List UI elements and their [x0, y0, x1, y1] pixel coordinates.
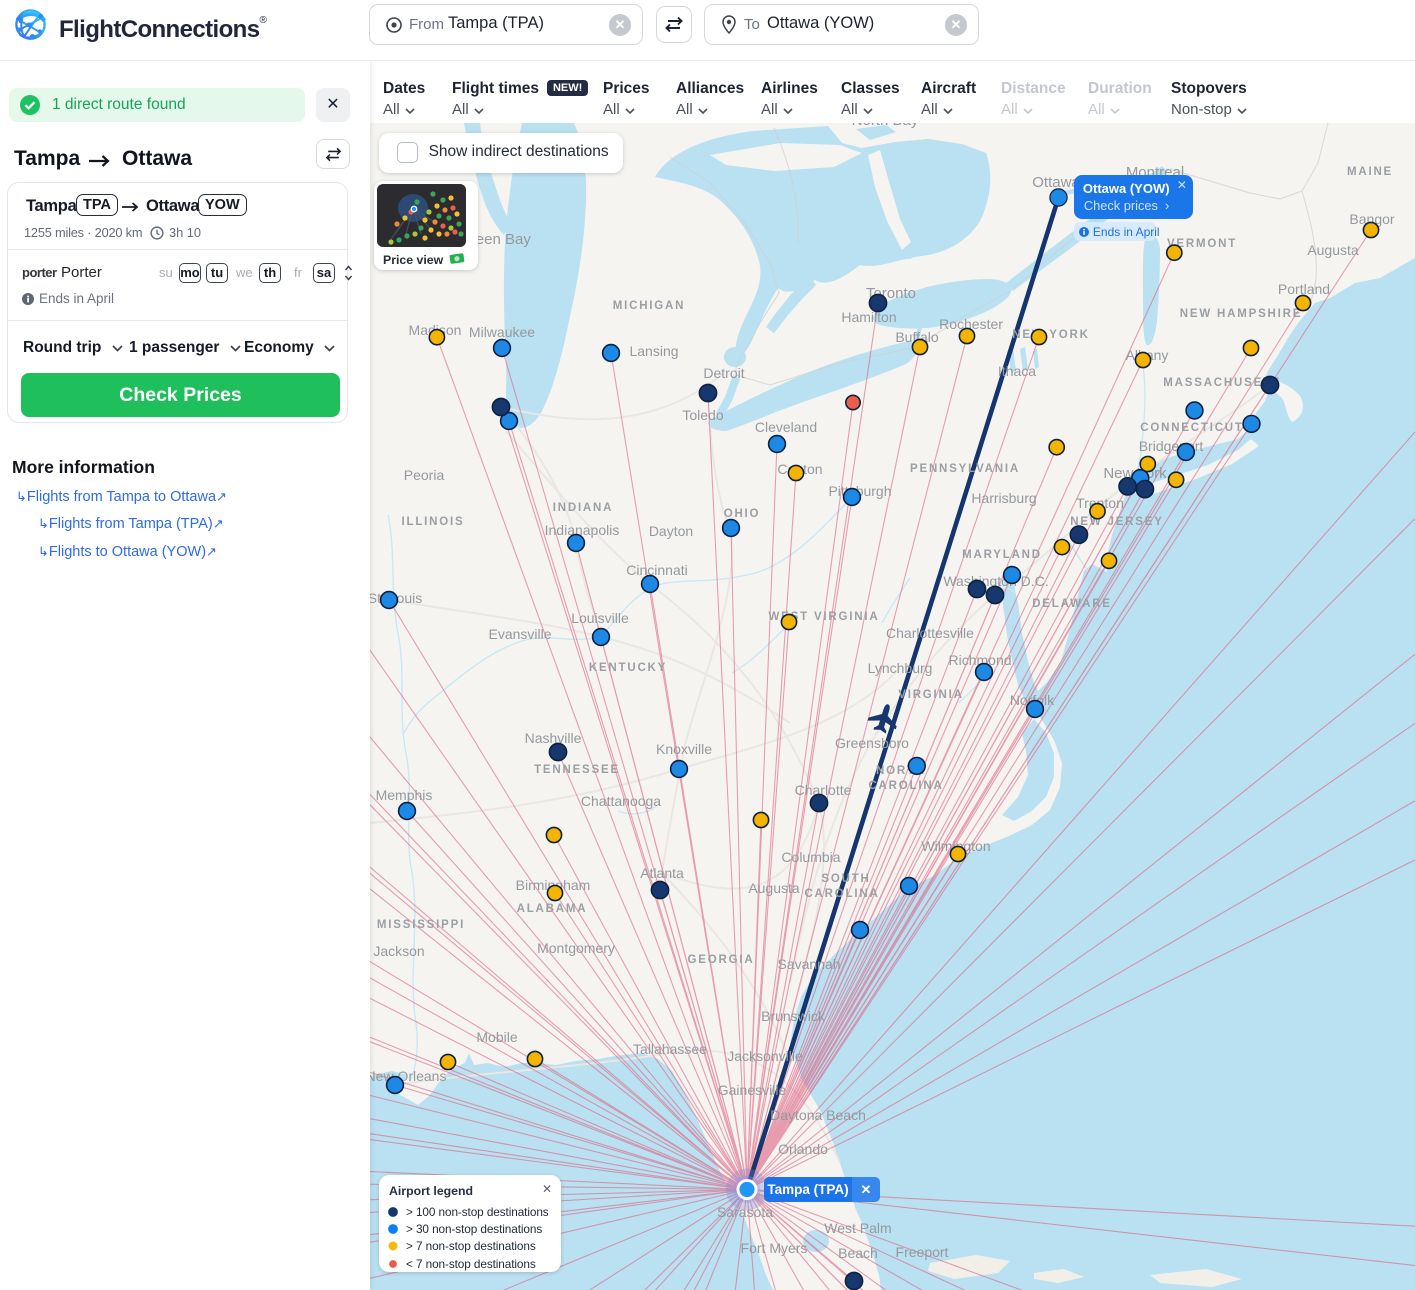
svg-text:MARYLAND: MARYLAND — [962, 549, 1042, 561]
svg-text:Brunswick: Brunswick — [761, 1008, 826, 1024]
svg-text:Jacksonville: Jacksonville — [727, 1048, 803, 1064]
svg-text:Tallahassee: Tallahassee — [633, 1041, 707, 1057]
svg-text:Chattanooga: Chattanooga — [581, 793, 661, 809]
svg-text:Evansville: Evansville — [488, 626, 551, 642]
svg-text:Augusta: Augusta — [1307, 242, 1359, 258]
svg-text:MICHIGAN: MICHIGAN — [613, 300, 686, 312]
svg-text:Cincinnati: Cincinnati — [626, 562, 687, 578]
svg-text:Dayton: Dayton — [649, 523, 693, 539]
svg-text:Mobile: Mobile — [476, 1029, 517, 1045]
svg-text:Savannah: Savannah — [777, 956, 840, 972]
svg-text:Gainesville: Gainesville — [718, 1082, 787, 1098]
svg-text:GEORGIA: GEORGIA — [688, 954, 755, 966]
svg-text:Milwaukee: Milwaukee — [469, 324, 535, 340]
svg-text:New Orleans: New Orleans — [370, 1068, 446, 1084]
svg-text:DELAWARE: DELAWARE — [1032, 598, 1112, 610]
svg-text:Daytona Beach: Daytona Beach — [770, 1107, 866, 1123]
svg-text:Louisville: Louisville — [571, 610, 629, 626]
svg-text:INDIANA: INDIANA — [553, 502, 614, 514]
svg-text:NEW JERSEY: NEW JERSEY — [1070, 516, 1163, 528]
svg-text:Greensboro: Greensboro — [835, 735, 909, 751]
svg-text:Ithaca: Ithaca — [998, 363, 1036, 379]
svg-text:Freeport: Freeport — [896, 1244, 949, 1260]
svg-text:Peoria: Peoria — [404, 467, 445, 483]
svg-text:Detroit: Detroit — [703, 365, 744, 381]
svg-text:KENTUCKY: KENTUCKY — [589, 662, 667, 674]
svg-text:MISSISSIPPI: MISSISSIPPI — [377, 919, 465, 931]
svg-text:Columbia: Columbia — [781, 849, 840, 865]
svg-text:North Bay: North Bay — [852, 123, 919, 129]
svg-text:NEW YORK: NEW YORK — [1012, 329, 1089, 341]
svg-text:Harrisburg: Harrisburg — [971, 490, 1036, 506]
svg-text:ILLINOIS: ILLINOIS — [402, 516, 465, 528]
svg-text:Toledo: Toledo — [682, 407, 723, 423]
svg-text:Beach: Beach — [838, 1245, 878, 1261]
svg-text:ALABAMA: ALABAMA — [517, 903, 588, 915]
svg-text:CAROLINA: CAROLINA — [804, 888, 879, 900]
svg-text:Fort Myers: Fort Myers — [741, 1240, 808, 1256]
svg-text:Hamilton: Hamilton — [841, 309, 896, 325]
svg-text:Orlando: Orlando — [778, 1141, 828, 1157]
svg-text:Memphis: Memphis — [376, 787, 433, 803]
svg-text:VIRGINIA: VIRGINIA — [898, 689, 964, 701]
svg-text:Lynchburg: Lynchburg — [868, 660, 933, 676]
svg-text:Nashville: Nashville — [525, 730, 582, 746]
svg-text:CONNECTICUT: CONNECTICUT — [1140, 422, 1244, 434]
svg-text:Augusta: Augusta — [748, 880, 800, 896]
svg-text:Knoxville: Knoxville — [656, 741, 712, 757]
svg-text:Charlottesville: Charlottesville — [886, 625, 974, 641]
svg-text:West Palm: West Palm — [824, 1220, 891, 1236]
svg-text:PENNSYLVANIA: PENNSYLVANIA — [910, 463, 1020, 475]
svg-text:MAINE: MAINE — [1347, 166, 1393, 178]
svg-text:Portland: Portland — [1278, 281, 1330, 297]
svg-text:Indianapolis: Indianapolis — [545, 522, 620, 538]
svg-text:Jackson: Jackson — [373, 943, 424, 959]
svg-text:Lansing: Lansing — [629, 343, 678, 359]
svg-text:Cleveland: Cleveland — [755, 419, 817, 435]
svg-text:OHIO: OHIO — [724, 508, 761, 520]
svg-text:TENNESSEE: TENNESSEE — [534, 764, 620, 776]
svg-text:Montgomery: Montgomery — [537, 940, 615, 956]
svg-text:Atlanta: Atlanta — [640, 865, 684, 881]
svg-text:CAROLINA: CAROLINA — [868, 780, 943, 792]
svg-text:NEW HAMPSHIRE: NEW HAMPSHIRE — [1180, 308, 1302, 320]
svg-text:SOUTH: SOUTH — [821, 873, 870, 885]
